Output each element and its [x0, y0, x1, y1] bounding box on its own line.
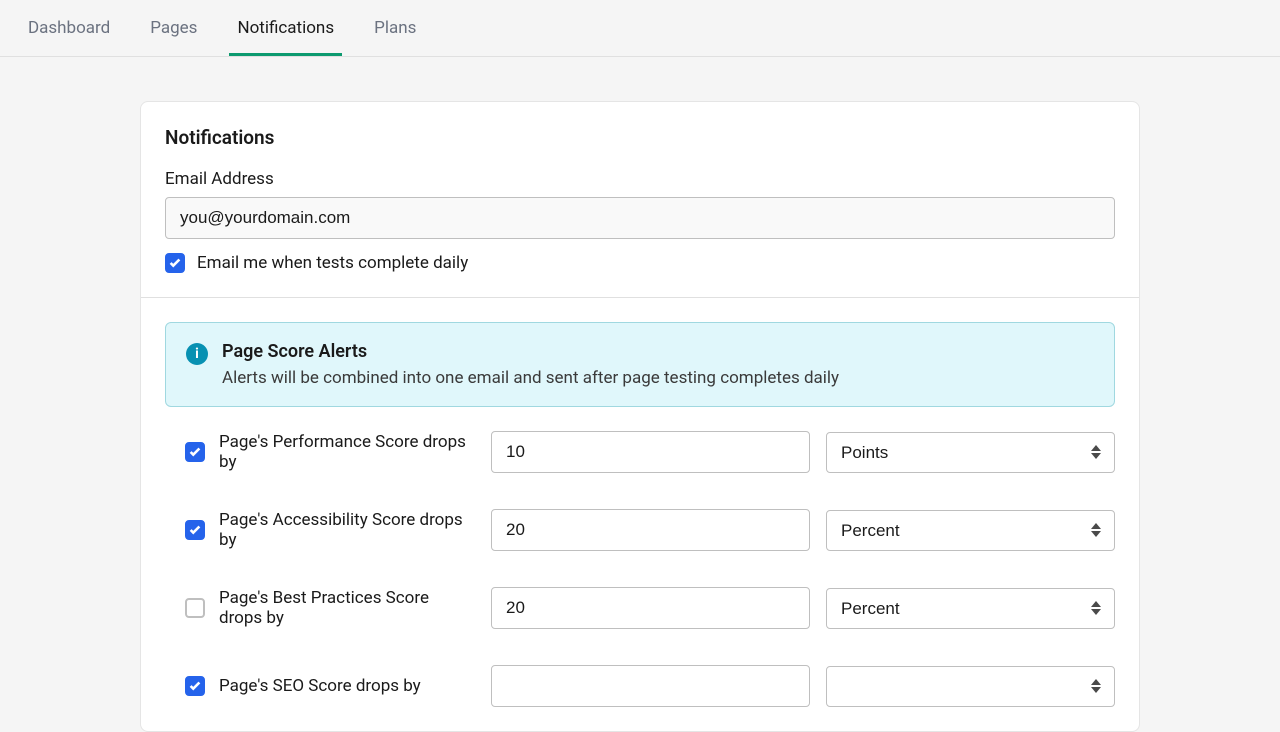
check-icon	[188, 445, 202, 459]
page-score-alerts-callout: i Page Score Alerts Alerts will be combi…	[165, 322, 1115, 407]
callout-title: Page Score Alerts	[222, 341, 839, 362]
daily-email-checkbox[interactable]	[165, 253, 185, 273]
alert-unit-performance[interactable]: Points	[826, 432, 1115, 473]
daily-email-checkbox-row: Email me when tests complete daily	[165, 253, 1115, 273]
check-icon	[188, 679, 202, 693]
alert-checkbox-performance[interactable]	[185, 442, 205, 462]
alerts-section: Page's Performance Score drops by Points…	[141, 431, 1139, 731]
info-icon: i	[186, 343, 208, 365]
alert-row-seo: Page's SEO Score drops by	[165, 665, 1115, 707]
alert-label-seo: Page's SEO Score drops by	[219, 676, 421, 696]
content-panel: Notifications Email Address Email me whe…	[140, 101, 1140, 732]
alert-value-seo[interactable]	[491, 665, 810, 707]
email-field[interactable]	[165, 197, 1115, 239]
alert-label-accessibility: Page's Accessibility Score drops by	[219, 510, 475, 550]
tab-bar: Dashboard Pages Notifications Plans	[0, 0, 1280, 57]
section-divider	[141, 297, 1139, 298]
tab-dashboard[interactable]: Dashboard	[28, 0, 110, 56]
alert-value-performance[interactable]	[491, 431, 810, 473]
check-icon	[188, 523, 202, 537]
daily-email-label: Email me when tests complete daily	[197, 253, 468, 273]
tab-plans[interactable]: Plans	[374, 0, 416, 56]
alert-label-performance: Page's Performance Score drops by	[219, 432, 475, 472]
alert-row-performance: Page's Performance Score drops by Points	[165, 431, 1115, 473]
alert-checkbox-seo[interactable]	[185, 676, 205, 696]
tab-pages[interactable]: Pages	[150, 0, 197, 56]
email-field-label: Email Address	[165, 169, 1115, 189]
callout-description: Alerts will be combined into one email a…	[222, 368, 839, 388]
alert-row-best-practices: Page's Best Practices Score drops by Per…	[165, 587, 1115, 629]
alert-label-best-practices: Page's Best Practices Score drops by	[219, 588, 475, 628]
alert-checkbox-best-practices[interactable]	[185, 598, 205, 618]
check-icon	[168, 256, 182, 270]
alert-checkbox-accessibility[interactable]	[185, 520, 205, 540]
alert-unit-accessibility[interactable]: Percent	[826, 510, 1115, 551]
alert-row-accessibility: Page's Accessibility Score drops by Perc…	[165, 509, 1115, 551]
notifications-section: Notifications Email Address Email me whe…	[141, 102, 1139, 297]
alert-value-accessibility[interactable]	[491, 509, 810, 551]
tab-notifications[interactable]: Notifications	[237, 0, 334, 56]
alert-unit-best-practices[interactable]: Percent	[826, 588, 1115, 629]
alert-unit-seo[interactable]	[826, 666, 1115, 707]
alert-value-best-practices[interactable]	[491, 587, 810, 629]
page-title: Notifications	[165, 126, 1115, 149]
